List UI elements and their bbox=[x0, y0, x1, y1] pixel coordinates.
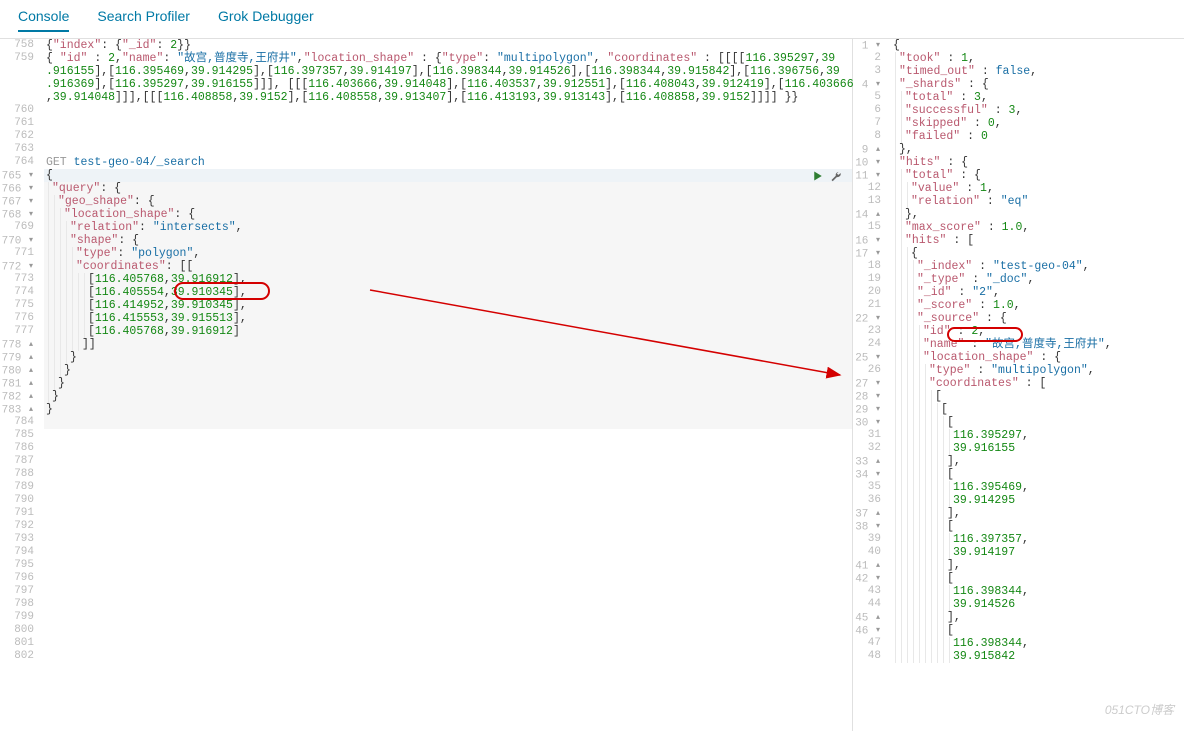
response-gutter: 1 ▾234 ▾56789 ▴10 ▾11 ▾121314 ▴1516 ▾17 … bbox=[853, 39, 891, 663]
request-gutter: 758759760761762763764765 ▾766 ▾767 ▾768 … bbox=[0, 39, 44, 663]
response-pane[interactable]: 1 ▾234 ▾56789 ▴10 ▾11 ▾121314 ▴1516 ▾17 … bbox=[853, 39, 1184, 731]
tab-grok-debugger[interactable]: Grok Debugger bbox=[218, 8, 314, 32]
tab-console[interactable]: Console bbox=[18, 8, 69, 32]
request-pane[interactable]: 758759760761762763764765 ▾766 ▾767 ▾768 … bbox=[0, 39, 853, 731]
tabs-bar: Console Search Profiler Grok Debugger bbox=[0, 0, 1184, 39]
tab-search-profiler[interactable]: Search Profiler bbox=[97, 8, 190, 32]
watermark: 051CTO博客 bbox=[1105, 701, 1174, 718]
response-viewer[interactable]: {"took" : 1,"timed_out" : false,"_shards… bbox=[893, 39, 1184, 663]
request-editor[interactable]: {"index": {"_id": 2}}{ "id" : 2,"name": … bbox=[46, 39, 852, 663]
wrench-icon[interactable] bbox=[830, 170, 842, 186]
run-icon[interactable] bbox=[812, 170, 824, 186]
